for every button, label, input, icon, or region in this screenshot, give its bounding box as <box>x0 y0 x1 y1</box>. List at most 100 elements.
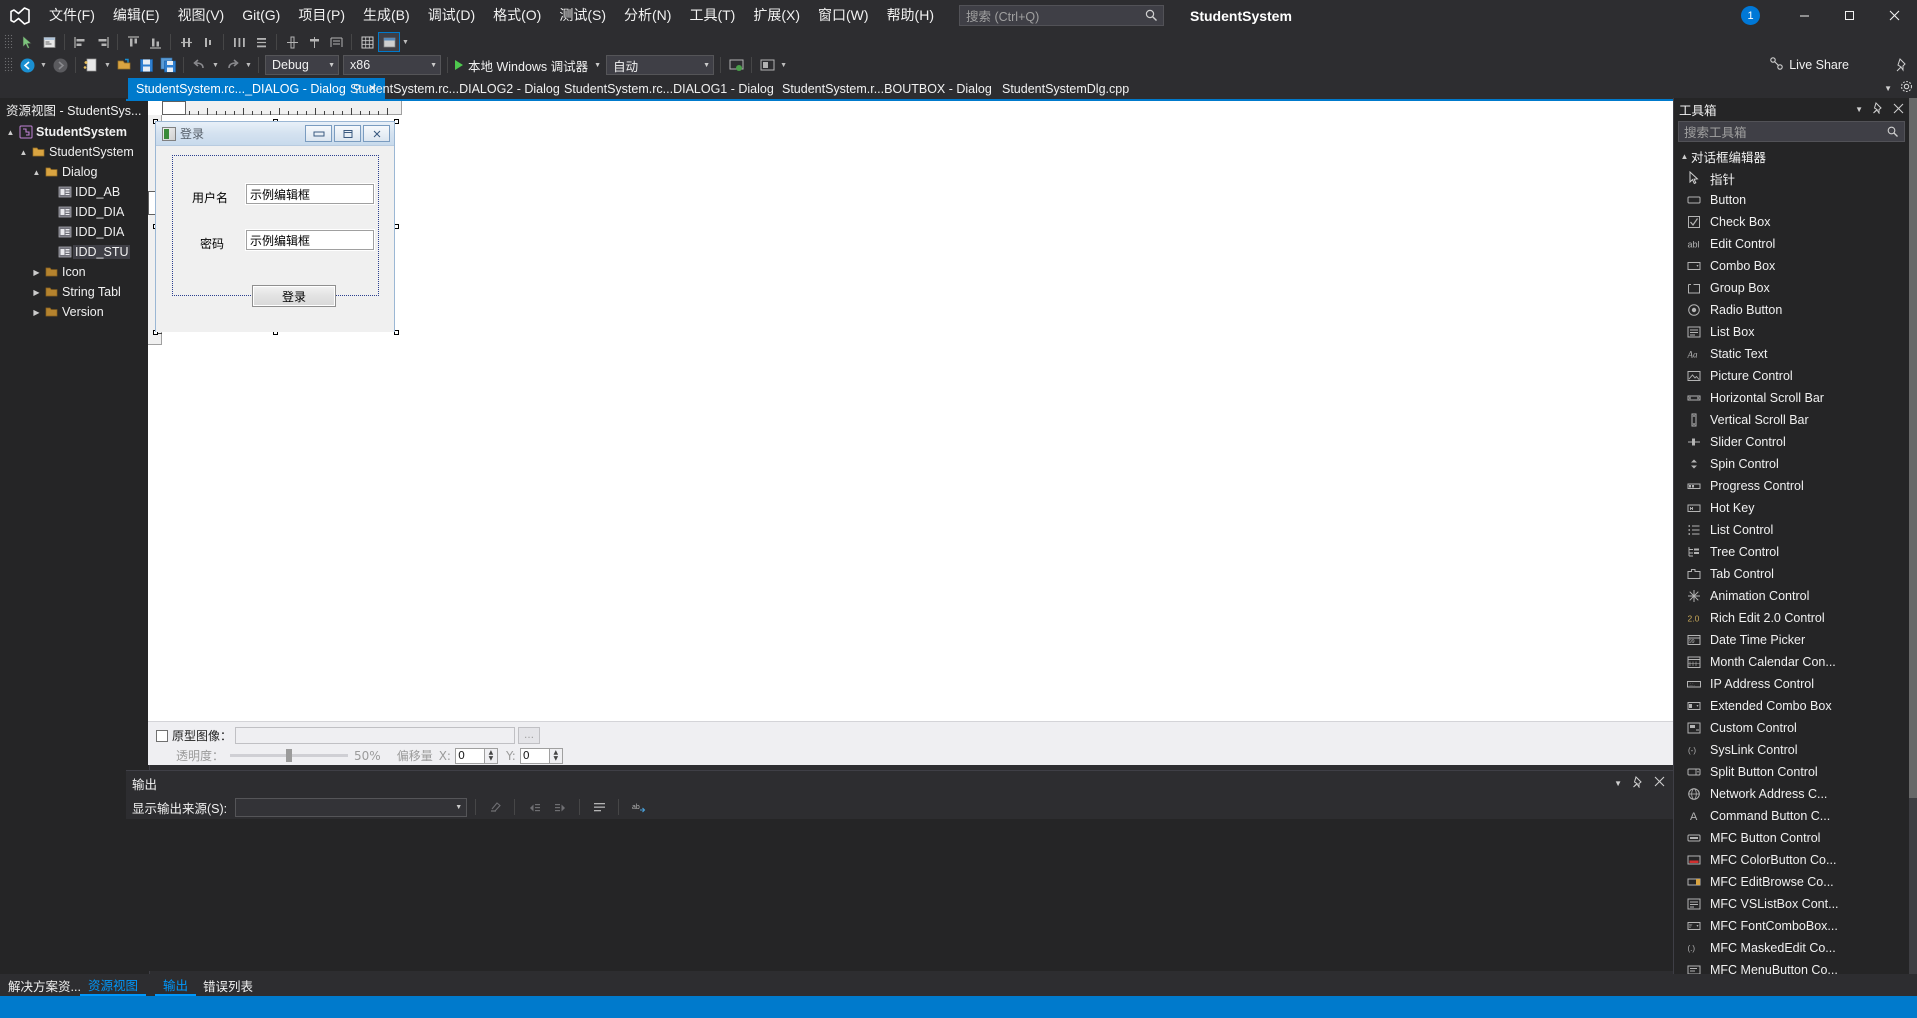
toolbox-item-hot-key[interactable]: Hot Key <box>1674 497 1909 519</box>
minimize-icon[interactable] <box>1782 0 1827 31</box>
menu-debug[interactable]: 调试(D) <box>419 0 484 31</box>
toolbar-grip[interactable] <box>4 57 13 73</box>
password-edit[interactable]: 示例编辑框 <box>246 230 374 250</box>
toolbox-item-check-box[interactable]: Check Box <box>1674 211 1909 233</box>
toolbox-item-tree-control[interactable]: Tree Control <box>1674 541 1909 563</box>
pin-icon[interactable] <box>1632 775 1644 791</box>
show-grid-icon[interactable] <box>356 32 378 52</box>
prototype-image-browse-button[interactable]: … <box>518 727 541 744</box>
menu-git[interactable]: Git(G) <box>233 0 289 31</box>
solution-platform-dropdown[interactable]: x86 ▼ <box>343 55 441 75</box>
menu-format[interactable]: 格式(O) <box>484 0 550 31</box>
bottom-tab-output[interactable]: 输出 <box>155 974 197 996</box>
notification-badge[interactable]: 1 <box>1741 6 1760 25</box>
pointer-icon[interactable] <box>16 32 38 52</box>
new-item-dropdown-icon[interactable]: ▼ <box>102 55 113 75</box>
toolbox-item-rich-edit-control[interactable]: 2.0 Rich Edit 2.0 Control <box>1674 607 1909 629</box>
toolbox-search-input[interactable]: 搜索工具箱 <box>1678 121 1905 142</box>
attach-process-icon[interactable] <box>725 55 747 75</box>
toolbox-item-syslink-control[interactable]: (-) SysLink Control <box>1674 739 1909 761</box>
toolbox-item-mfc-colorbutton-control[interactable]: MFC ColorButton Co... <box>1674 849 1909 871</box>
offset-x-stepper[interactable]: ▲ ▼ <box>484 747 498 764</box>
menu-file[interactable]: 文件(F) <box>40 0 104 31</box>
output-source-dropdown[interactable]: ▼ <box>235 797 468 817</box>
nav-forward-icon[interactable] <box>49 55 71 75</box>
toolbox-item-tab-control[interactable]: Tab Control <box>1674 563 1909 585</box>
preview-icon[interactable] <box>756 55 778 75</box>
nav-back-dropdown-icon[interactable]: ▼ <box>38 55 49 75</box>
minimize-icon[interactable] <box>305 125 332 142</box>
toolbox-item-picture-control[interactable]: Picture Control <box>1674 365 1909 387</box>
bottom-tab-error-list[interactable]: 错误列表 <box>195 974 261 996</box>
chevron-right-icon[interactable]: ▶ <box>30 308 43 317</box>
toolbox-item-combo-box[interactable]: Combo Box <box>1674 255 1909 277</box>
toolbox-item-date-time-picker[interactable]: 99 Date Time Picker <box>1674 629 1909 651</box>
toolbox-item-mfc-fontcombobox-control[interactable]: F MFC FontComboBox... <box>1674 915 1909 937</box>
chevron-down-icon[interactable]: ▲ <box>1678 152 1691 161</box>
chevron-down-icon[interactable]: ▲ <box>4 128 17 137</box>
maximize-icon[interactable] <box>334 125 361 142</box>
align-rights-icon[interactable] <box>91 32 113 52</box>
toolbox-item-custom-control[interactable]: Custom Control <box>1674 717 1909 739</box>
menu-help[interactable]: 帮助(H) <box>878 0 943 31</box>
tree-item-idd-dia-2[interactable]: IDD_DIA <box>0 222 149 242</box>
toolbox-item-list-control[interactable]: List Control <box>1674 519 1909 541</box>
toggle-word-wrap-icon[interactable] <box>588 797 610 817</box>
chevron-down-icon[interactable]: ▼ <box>1614 779 1622 788</box>
toolbox-item-extended-combo-box[interactable]: Extended Combo Box <box>1674 695 1909 717</box>
undo-icon[interactable] <box>188 55 210 75</box>
align-bottoms-icon[interactable] <box>144 32 166 52</box>
tree-item-idd-stu[interactable]: IDD_STU <box>0 242 149 262</box>
toolbox-item-progress-control[interactable]: Progress Control <box>1674 475 1909 497</box>
username-label[interactable]: 用户名 <box>192 189 228 206</box>
tab-studentsystem-dialog1[interactable]: StudentSystem.rc...DIALOG1 - Dialog <box>556 78 782 99</box>
find-icon[interactable]: ab <box>627 797 649 817</box>
maximize-icon[interactable] <box>1827 0 1872 31</box>
close-icon[interactable] <box>1872 0 1917 31</box>
output-panel-drag-area[interactable] <box>165 782 1607 784</box>
chevron-down-icon[interactable]: ▲ <box>17 148 30 157</box>
quick-search-input[interactable]: 搜索 (Ctrl+Q) <box>959 5 1164 26</box>
toolbox-group-dialog-editor[interactable]: ▲ 对话框编辑器 <box>1674 145 1909 167</box>
tree-item-dialog-folder[interactable]: ▲ Dialog <box>0 162 149 182</box>
nav-back-icon[interactable] <box>16 55 38 75</box>
toolbox-item-list-box[interactable]: List Box <box>1674 321 1909 343</box>
offset-x-input[interactable]: 0 <box>454 747 485 764</box>
toolbox-scrollbar[interactable] <box>1909 98 1917 988</box>
toolbox-item-group-box[interactable]: Group Box <box>1674 277 1909 299</box>
save-icon[interactable] <box>135 55 157 75</box>
save-all-icon[interactable] <box>157 55 179 75</box>
tree-item-string-table-folder[interactable]: ▶ String Tabl <box>0 282 149 302</box>
tree-item-studentsystem-solution[interactable]: ▲ StudentSystem <box>0 122 149 142</box>
offset-y-stepper[interactable]: ▲ ▼ <box>549 747 563 764</box>
new-item-icon[interactable] <box>80 55 102 75</box>
tree-item-version-folder[interactable]: ▶ Version <box>0 302 149 322</box>
toolbox-item-mfc-maskededit-control[interactable]: (.) MFC MaskedEdit Co... <box>1674 937 1909 959</box>
toolbar-overflow-icon[interactable]: ▼ <box>400 32 411 52</box>
prototype-image-path-input[interactable] <box>235 727 516 744</box>
login-dialog-preview[interactable]: 登录 用户名 示例编辑框 密码 示例编辑框 登录 <box>155 121 395 332</box>
menu-tools[interactable]: 工具(T) <box>680 0 744 31</box>
chevron-down-icon[interactable]: ▼ <box>1884 84 1892 93</box>
tree-item-icon-folder[interactable]: ▶ Icon <box>0 262 149 282</box>
pin-icon[interactable] <box>1895 53 1909 77</box>
toolbox-item-mfc-vslistbox-control[interactable]: MFC VSListBox Cont... <box>1674 893 1909 915</box>
toolbox-item-mfc-button-control[interactable]: MFC Button Control <box>1674 827 1909 849</box>
tab-studentsystemdlg-cpp[interactable]: StudentSystemDlg.cpp <box>994 78 1137 99</box>
toolbox-scrollbar-thumb[interactable] <box>1909 98 1917 798</box>
toolbox-item-slider-control[interactable]: Slider Control <box>1674 431 1909 453</box>
toolbox-item-network-address-control[interactable]: Network Address C... <box>1674 783 1909 805</box>
tree-item-idd-dia-1[interactable]: IDD_DIA <box>0 202 149 222</box>
menu-build[interactable]: 生成(B) <box>354 0 419 31</box>
tree-item-idd-ab[interactable]: IDD_AB <box>0 182 149 202</box>
toolbox-item-ip-address-control[interactable]: .:.:. IP Address Control <box>1674 673 1909 695</box>
dialog-title-bar[interactable]: 登录 <box>156 122 394 146</box>
tab-order-icon[interactable] <box>378 32 400 52</box>
toolbox-item-pointer[interactable]: 指针 <box>1674 167 1909 189</box>
toolbar-grip[interactable] <box>4 34 13 50</box>
menu-extensions[interactable]: 扩展(X) <box>744 0 809 31</box>
output-panel-content[interactable] <box>126 819 1673 971</box>
menu-project[interactable]: 项目(P) <box>289 0 354 31</box>
toolbox-item-mfc-editbrowse-control[interactable]: MFC EditBrowse Co... <box>1674 871 1909 893</box>
toolbar-overflow-icon[interactable]: ▼ <box>778 55 789 75</box>
